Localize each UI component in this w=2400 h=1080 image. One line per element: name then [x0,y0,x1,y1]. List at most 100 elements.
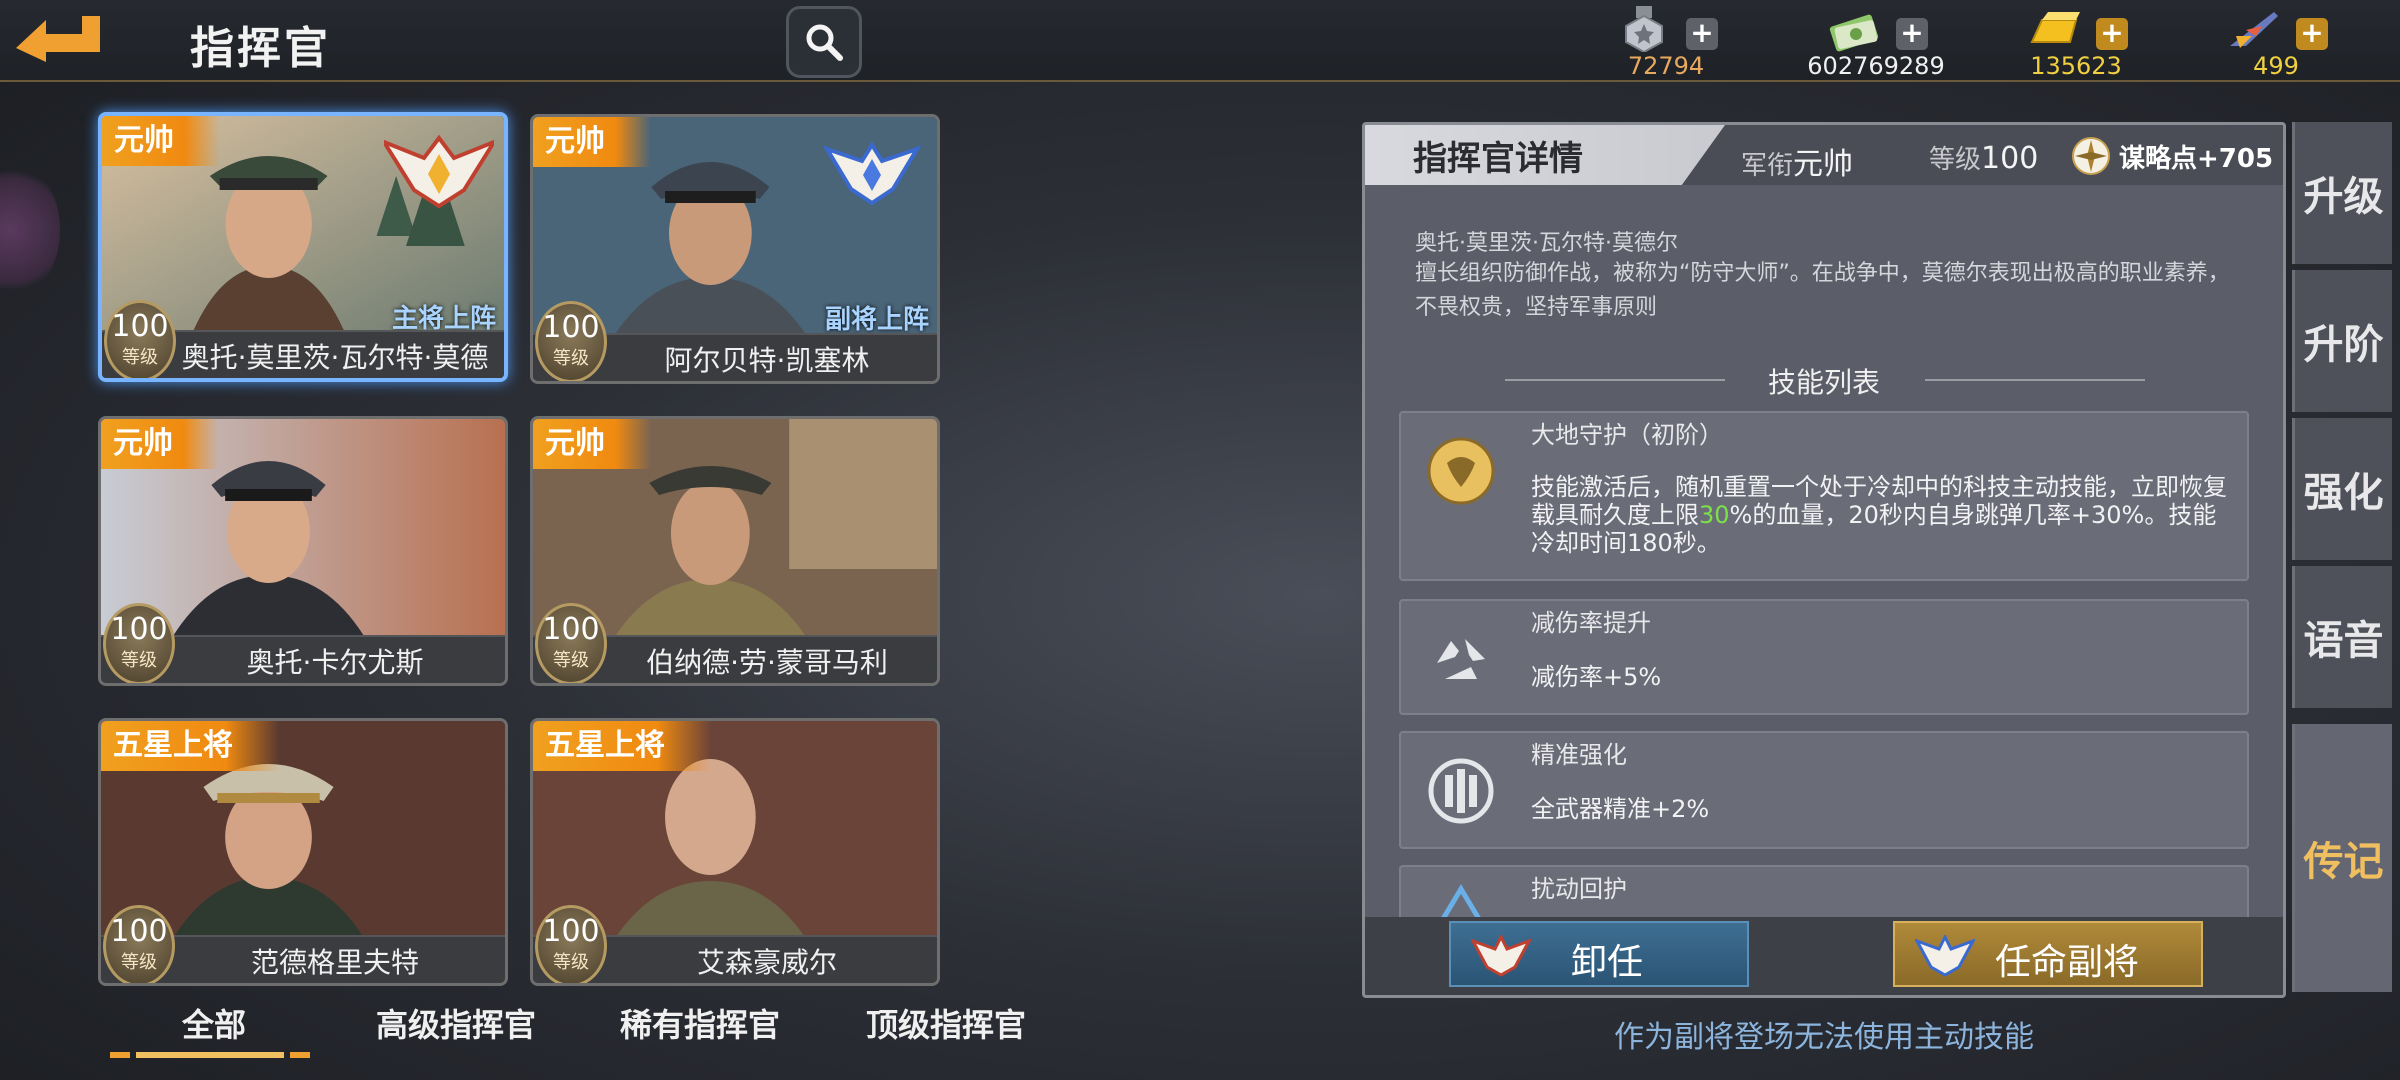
cash-icon [1829,14,1879,52]
rank-tag: 五星上将 [533,721,711,771]
level-label: 等级 [553,348,589,369]
commander-card-model[interactable]: 元帅 主将上阵 奥托·莫里茨·瓦尔特·莫德尔 100 等级 [98,112,508,382]
dismiss-label: 卸任 [1571,942,1644,983]
level-info: 等级100 [1929,139,2038,176]
commander-detail-panel: 指挥官详情 军衔元帅 等级100 谋略点+705 奥托·莫里茨·瓦尔特·莫德尔 … [1362,122,2286,998]
appoint-deputy-button[interactable]: 任命副将 [1893,921,2203,987]
insignia-icon [1915,935,1975,977]
cash-value: 602769289 [1807,52,1945,80]
commander-card-montgomery[interactable]: 元帅 伯纳德·劳·蒙哥马利 100 等级 [530,416,940,686]
resource-fighter: + 499 [2196,6,2376,80]
commander-name: 艾森豪威尔 [696,946,837,979]
skill-item[interactable]: 大地守护（初阶） 技能激活后，随机重置一个处于冷却中的科技主动技能，立即恢复载具… [1399,411,2249,581]
resource-cash: + 602769289 [1796,6,1976,80]
commander-card-carius[interactable]: 元帅 奥托·卡尔尤斯 100 等级 [98,416,508,686]
side-decoration [0,160,60,300]
level-value: 100 [111,309,169,344]
divider [1925,379,2145,381]
commander-name: 奥托·卡尔尤斯 [246,646,424,679]
rank-info: 军衔元帅 [1741,139,1853,183]
gold-bar-icon [2030,12,2080,43]
panel-title: 指挥官详情 [1413,139,1583,179]
earth-guard-icon [1427,437,1495,505]
back-button[interactable] [12,12,108,64]
level-value: 100 [542,612,600,647]
skill-name: 减伤率提升 [1531,609,1651,637]
bio-name: 奥托·莫里茨·瓦尔特·莫德尔 [1415,231,1678,256]
damage-reduction-icon [1437,639,1485,679]
skill-item[interactable]: 减伤率提升 减伤率+5% [1399,599,2249,715]
add-fighter-button[interactable]: + [2296,18,2328,50]
commander-card-vandegrift[interactable]: 五星上将 范德格里夫特 100 等级 [98,718,508,986]
page-title: 指挥官 [190,23,331,74]
back-arrow-icon [16,16,100,62]
commander-name: 奥托·莫里茨·瓦尔特·莫德尔 [181,341,489,374]
role-label: 副将上阵 [824,305,929,335]
level-label: 等级 [1929,145,1982,175]
filter-rare[interactable]: 稀有指挥官 [620,1000,780,1046]
level-badge: 100 等级 [535,603,607,683]
filter-all[interactable]: 全部 [182,1000,246,1046]
skill-name: 扰动回护 [1531,875,1627,903]
marshal-emblem-icon [822,141,922,206]
rank-label: 军衔 [1741,151,1794,181]
level-badge: 100 等级 [103,603,175,683]
appoint-label: 任命副将 [1995,942,2140,983]
rank-tag: 五星上将 [101,721,279,771]
skill-name: 大地守护（初阶） [1531,421,1723,449]
commander-name: 伯纳德·劳·蒙哥马利 [646,646,888,679]
rank-tag: 元帅 [533,117,651,167]
skill-description: 减伤率+5% [1531,663,1662,691]
add-gold-button[interactable]: + [2096,18,2128,50]
search-button[interactable] [786,6,862,78]
add-cash-button[interactable]: + [1896,18,1928,50]
level-badge: 100 等级 [103,905,175,983]
rank-tag: 元帅 [533,419,651,469]
rank-tag: 元帅 [101,419,219,469]
rank-tag: 元帅 [102,116,220,166]
rank-value: 元帅 [1793,147,1854,182]
medal-icon [1625,6,1663,52]
magnifier-icon [806,24,843,61]
level-label: 等级 [553,952,589,973]
strategy-points: 谋略点+705 [2071,135,2273,177]
deputy-note: 作为副将登场无法使用主动技能 [1614,1020,2034,1055]
tab-voice[interactable]: 语音 [2292,566,2392,708]
compass-icon [2072,137,2110,175]
tab-enhance[interactable]: 强化 [2292,418,2392,560]
filter-advanced[interactable]: 高级指挥官 [376,1000,536,1046]
active-filter-indicator [110,1052,310,1058]
commander-name: 阿尔贝特·凯塞林 [664,344,870,377]
insignia-icon [1471,935,1531,977]
commander-name: 范德格里夫特 [250,946,419,979]
resource-gold: + 135623 [1996,6,2176,80]
add-medal-button[interactable]: + [1686,18,1718,50]
skill-description: 全武器精准+2% [1531,795,1710,823]
commander-card-eisenhower[interactable]: 五星上将 艾森豪威尔 100 等级 [530,718,940,986]
resource-medal: + 72794 [1586,6,1766,80]
level-value: 100 [542,914,600,949]
level-label: 等级 [122,347,158,368]
skill-item[interactable]: 精准强化 全武器精准+2% [1399,731,2249,849]
tab-promote[interactable]: 升阶 [2292,270,2392,412]
level-badge: 100 等级 [104,300,176,378]
skill-name: 精准强化 [1531,741,1627,769]
fighter-value: 499 [2253,52,2299,80]
level-badge: 100 等级 [535,905,607,983]
level-label: 等级 [553,650,589,671]
bio-description: 擅长组织防御作战，被称为“防守大师”。在战争中，莫德尔表现出极高的职业素养，不畏… [1415,261,2230,320]
skill-highlight: 30 [1699,501,1730,529]
gold-value: 135623 [2030,52,2122,80]
tab-biography[interactable]: 传记 [2292,724,2392,992]
level-label: 等级 [121,650,157,671]
top-bar: 指挥官 + 72794 + 602769289 + 135623 + 499 [0,0,2400,82]
panel-footer: 卸任 任命副将 [1365,917,2283,995]
strategy-value: 谋略点+705 [2119,143,2274,174]
precision-icon [1428,758,1494,824]
commander-card-kesselring[interactable]: 元帅 副将上阵 阿尔贝特·凯塞林 100 等级 [530,114,940,384]
filter-top[interactable]: 顶级指挥官 [866,1000,1026,1046]
tab-upgrade[interactable]: 升级 [2292,122,2392,264]
dismiss-button[interactable]: 卸任 [1449,921,1749,987]
skill-description: 技能激活后，随机重置一个处于冷却中的科技主动技能，立即恢复载具耐久度上限30%的… [1531,473,2231,557]
skills-heading: 技能列表 [1767,366,1880,399]
